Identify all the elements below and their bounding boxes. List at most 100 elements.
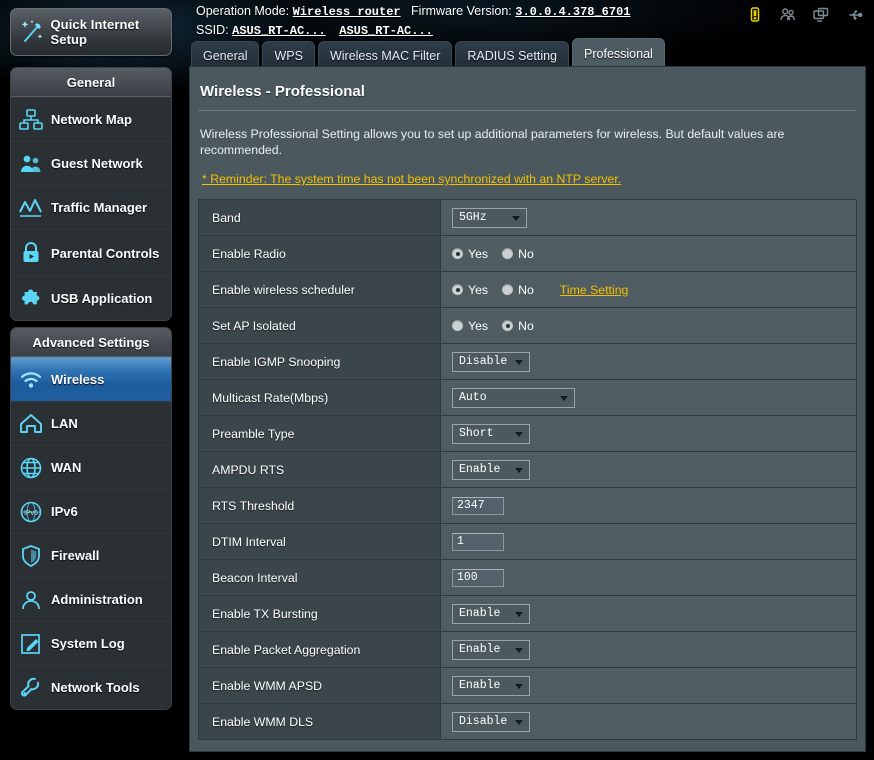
user-icon bbox=[11, 587, 51, 613]
band-select[interactable]: 5GHz bbox=[452, 207, 527, 228]
guest-network-icon[interactable] bbox=[778, 5, 798, 25]
packet-aggregation-value: Enable bbox=[459, 643, 501, 656]
setting-value: Enable bbox=[441, 668, 856, 703]
setting-label: Enable Packet Aggregation bbox=[199, 632, 441, 667]
sidebar-item-wireless[interactable]: Wireless bbox=[11, 357, 171, 401]
header-info: Operation Mode: Wireless router Firmware… bbox=[196, 3, 630, 39]
setting-value: Disable bbox=[441, 704, 856, 739]
tx-bursting-select[interactable]: Enable bbox=[452, 603, 530, 624]
setting-value: Short bbox=[441, 416, 856, 451]
radio-label: Yes bbox=[468, 318, 489, 333]
sidebar-item-label: USB Application bbox=[51, 291, 153, 306]
chevron-down-icon bbox=[515, 683, 523, 689]
sidebar-item-administration[interactable]: Administration bbox=[11, 577, 171, 621]
ap-isolated-no[interactable]: No bbox=[502, 319, 534, 333]
quick-internet-setup-button[interactable]: Quick Internet Setup bbox=[10, 8, 172, 56]
tab-wireless-mac-filter[interactable]: Wireless MAC Filter bbox=[317, 41, 453, 69]
table-row: Enable wireless scheduler Yes No Time Se… bbox=[199, 272, 856, 308]
usb-icon[interactable] bbox=[844, 5, 864, 25]
network-map-icon bbox=[11, 107, 51, 133]
table-row: DTIM Interval bbox=[199, 524, 856, 560]
wireless-scheduler-group: Yes No bbox=[452, 283, 548, 297]
enable-radio-yes[interactable]: Yes bbox=[452, 247, 488, 261]
setting-value bbox=[441, 524, 856, 559]
tab-general[interactable]: General bbox=[191, 41, 260, 69]
sidebar-item-label: LAN bbox=[51, 416, 78, 431]
sidebar-item-usb-application[interactable]: USB Application bbox=[11, 276, 171, 320]
ntp-reminder-link[interactable]: * Reminder: The system time has not been… bbox=[192, 158, 631, 199]
apply-button-row: Apply bbox=[190, 740, 865, 751]
tab-bar: General WPS Wireless MAC Filter RADIUS S… bbox=[191, 37, 668, 69]
ap-isolated-yes[interactable]: Yes bbox=[452, 319, 488, 333]
enable-radio-no[interactable]: No bbox=[502, 247, 534, 261]
home-icon bbox=[11, 411, 51, 437]
multicast-rate-select[interactable]: Auto bbox=[452, 387, 575, 408]
sidebar-item-label: System Log bbox=[51, 636, 125, 651]
sidebar-group-general: General Network Map Guest Network Traffi… bbox=[10, 67, 172, 321]
table-row: Enable WMM DLS Disable bbox=[199, 704, 856, 740]
enable-radio-group: Yes No bbox=[452, 247, 548, 261]
sidebar-item-lan[interactable]: LAN bbox=[11, 401, 171, 445]
sidebar-item-network-map[interactable]: Network Map bbox=[11, 97, 171, 141]
sidebar-item-label: Network Tools bbox=[51, 680, 140, 695]
wireless-scheduler-yes[interactable]: Yes bbox=[452, 283, 488, 297]
chevron-down-icon bbox=[515, 611, 523, 617]
sidebar-item-wan[interactable]: WAN bbox=[11, 445, 171, 489]
radio-dot bbox=[452, 248, 463, 259]
table-row: Band 5GHz bbox=[199, 200, 856, 236]
sidebar-item-parental-controls[interactable]: Parental Controls bbox=[11, 229, 171, 276]
setting-value: Auto bbox=[441, 380, 856, 415]
sidebar-item-firewall[interactable]: Firewall bbox=[11, 533, 171, 577]
preamble-type-select[interactable]: Short bbox=[452, 423, 530, 444]
ampdu-rts-select[interactable]: Enable bbox=[452, 459, 530, 480]
operation-mode-label: Operation Mode: bbox=[196, 4, 290, 18]
setting-label: Band bbox=[199, 200, 441, 235]
table-row: Set AP Isolated Yes No bbox=[199, 308, 856, 344]
radio-label: Yes bbox=[468, 246, 489, 261]
table-row: Multicast Rate(Mbps) Auto bbox=[199, 380, 856, 416]
operation-mode-value[interactable]: Wireless router bbox=[293, 5, 401, 19]
setting-label: Enable WMM APSD bbox=[199, 668, 441, 703]
wmm-apsd-select[interactable]: Enable bbox=[452, 675, 530, 696]
dtim-interval-input[interactable] bbox=[452, 532, 504, 551]
setting-label: Enable Radio bbox=[199, 236, 441, 271]
setting-label: Preamble Type bbox=[199, 416, 441, 451]
table-row: Enable WMM APSD Enable bbox=[199, 668, 856, 704]
radio-dot bbox=[452, 284, 463, 295]
wireless-scheduler-no[interactable]: No bbox=[502, 283, 534, 297]
time-setting-link[interactable]: Time Setting bbox=[560, 283, 629, 297]
igmp-snooping-select[interactable]: Disable bbox=[452, 351, 530, 372]
sidebar-item-label: Wireless bbox=[51, 372, 105, 387]
wrench-icon bbox=[11, 675, 51, 701]
sidebar-item-system-log[interactable]: System Log bbox=[11, 621, 171, 665]
sidebar-item-guest-network[interactable]: Guest Network bbox=[11, 141, 171, 185]
radio-label: Yes bbox=[468, 282, 489, 297]
setting-value: Disable bbox=[441, 344, 856, 379]
tab-wps[interactable]: WPS bbox=[262, 41, 315, 69]
lock-icon bbox=[11, 240, 51, 266]
table-row: RTS Threshold bbox=[199, 488, 856, 524]
sidebar-item-label: WAN bbox=[51, 460, 82, 475]
sidebar-item-ipv6[interactable]: IPv6 IPv6 bbox=[11, 489, 171, 533]
ssid-label: SSID: bbox=[196, 23, 229, 37]
alert-icon[interactable] bbox=[745, 5, 765, 25]
shield-icon bbox=[11, 543, 51, 569]
sidebar-item-traffic-manager[interactable]: Traffic Manager bbox=[11, 185, 171, 229]
tab-radius-setting[interactable]: RADIUS Setting bbox=[455, 41, 570, 69]
sidebar-item-label: Guest Network bbox=[51, 156, 143, 171]
ssid-link-5ghz[interactable]: ASUS_RT-AC... bbox=[339, 24, 433, 38]
rts-threshold-input[interactable] bbox=[452, 496, 504, 515]
firmware-version-value[interactable]: 3.0.0.4.378_6701 bbox=[515, 5, 630, 19]
radio-dot bbox=[502, 320, 514, 331]
ssid-link-24ghz[interactable]: ASUS_RT-AC... bbox=[232, 24, 326, 38]
beacon-interval-input[interactable] bbox=[452, 568, 504, 587]
tab-professional[interactable]: Professional bbox=[572, 38, 665, 69]
network-clients-icon[interactable] bbox=[811, 5, 831, 25]
setting-value bbox=[441, 488, 856, 523]
sidebar-item-network-tools[interactable]: Network Tools bbox=[11, 665, 171, 709]
wmm-dls-select[interactable]: Disable bbox=[452, 711, 530, 732]
setting-label: RTS Threshold bbox=[199, 488, 441, 523]
packet-aggregation-select[interactable]: Enable bbox=[452, 639, 530, 660]
sidebar-item-label: Traffic Manager bbox=[51, 200, 148, 215]
setting-label: Set AP Isolated bbox=[199, 308, 441, 343]
